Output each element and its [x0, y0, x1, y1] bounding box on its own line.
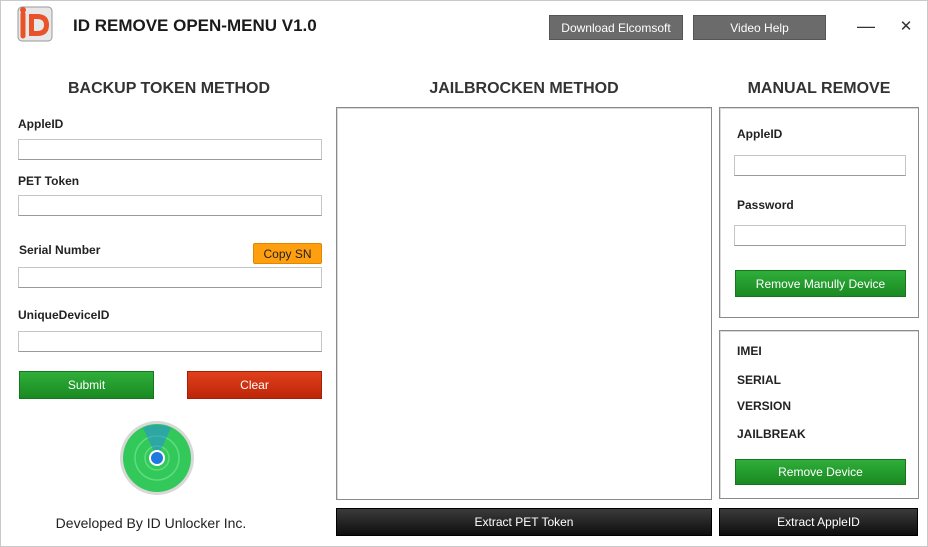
- remove-device-button[interactable]: Remove Device: [735, 459, 906, 485]
- pet-token-field[interactable]: [18, 195, 322, 216]
- version-label: VERSION: [737, 399, 792, 413]
- submit-button[interactable]: Submit: [19, 371, 154, 399]
- clear-button[interactable]: Clear: [187, 371, 322, 399]
- serial-number-label: Serial Number: [19, 243, 101, 257]
- manual-appleid-field[interactable]: [734, 155, 906, 176]
- udid-label: UniqueDeviceID: [18, 308, 110, 322]
- extract-pet-token-button[interactable]: Extract PET Token: [336, 508, 712, 536]
- serial-number-field[interactable]: [18, 267, 322, 288]
- minimize-icon[interactable]: —: [855, 15, 877, 37]
- backup-section-title: BACKUP TOKEN METHOD: [67, 80, 271, 97]
- extract-appleid-button[interactable]: Extract AppleID: [719, 508, 918, 536]
- jailbroken-section-title: JAILBROCKEN METHOD: [429, 80, 619, 97]
- pet-token-label: PET Token: [18, 174, 80, 188]
- appleid-label: AppleID: [18, 117, 64, 131]
- close-icon[interactable]: ✕: [895, 15, 917, 37]
- remove-manually-device-button[interactable]: Remove Manully Device: [735, 270, 906, 297]
- app-title: ID REMOVE OPEN-MENU V1.0: [73, 16, 317, 35]
- copy-sn-button[interactable]: Copy SN: [253, 243, 322, 264]
- app-window: ID REMOVE OPEN-MENU V1.0 Download Elcoms…: [0, 0, 928, 547]
- appleid-field[interactable]: [18, 139, 322, 160]
- manual-password-label: Password: [737, 198, 794, 212]
- video-help-button[interactable]: Video Help: [693, 15, 826, 40]
- serial-label: SERIAL: [737, 373, 782, 387]
- find-my-radar-icon: [119, 420, 195, 496]
- download-elcomsoft-button[interactable]: Download Elcomsoft: [549, 15, 683, 40]
- footer-credit: Developed By ID Unlocker Inc.: [55, 515, 247, 531]
- app-logo-icon: [15, 4, 55, 44]
- jailbreak-label: JAILBREAK: [737, 427, 806, 441]
- manual-section-title: MANUAL REMOVE: [747, 80, 891, 97]
- manual-appleid-label: AppleID: [737, 127, 783, 141]
- manual-password-field[interactable]: [734, 225, 906, 246]
- udid-field[interactable]: [18, 331, 322, 352]
- jailbroken-log-panel[interactable]: [336, 107, 712, 500]
- imei-label: IMEI: [737, 344, 762, 358]
